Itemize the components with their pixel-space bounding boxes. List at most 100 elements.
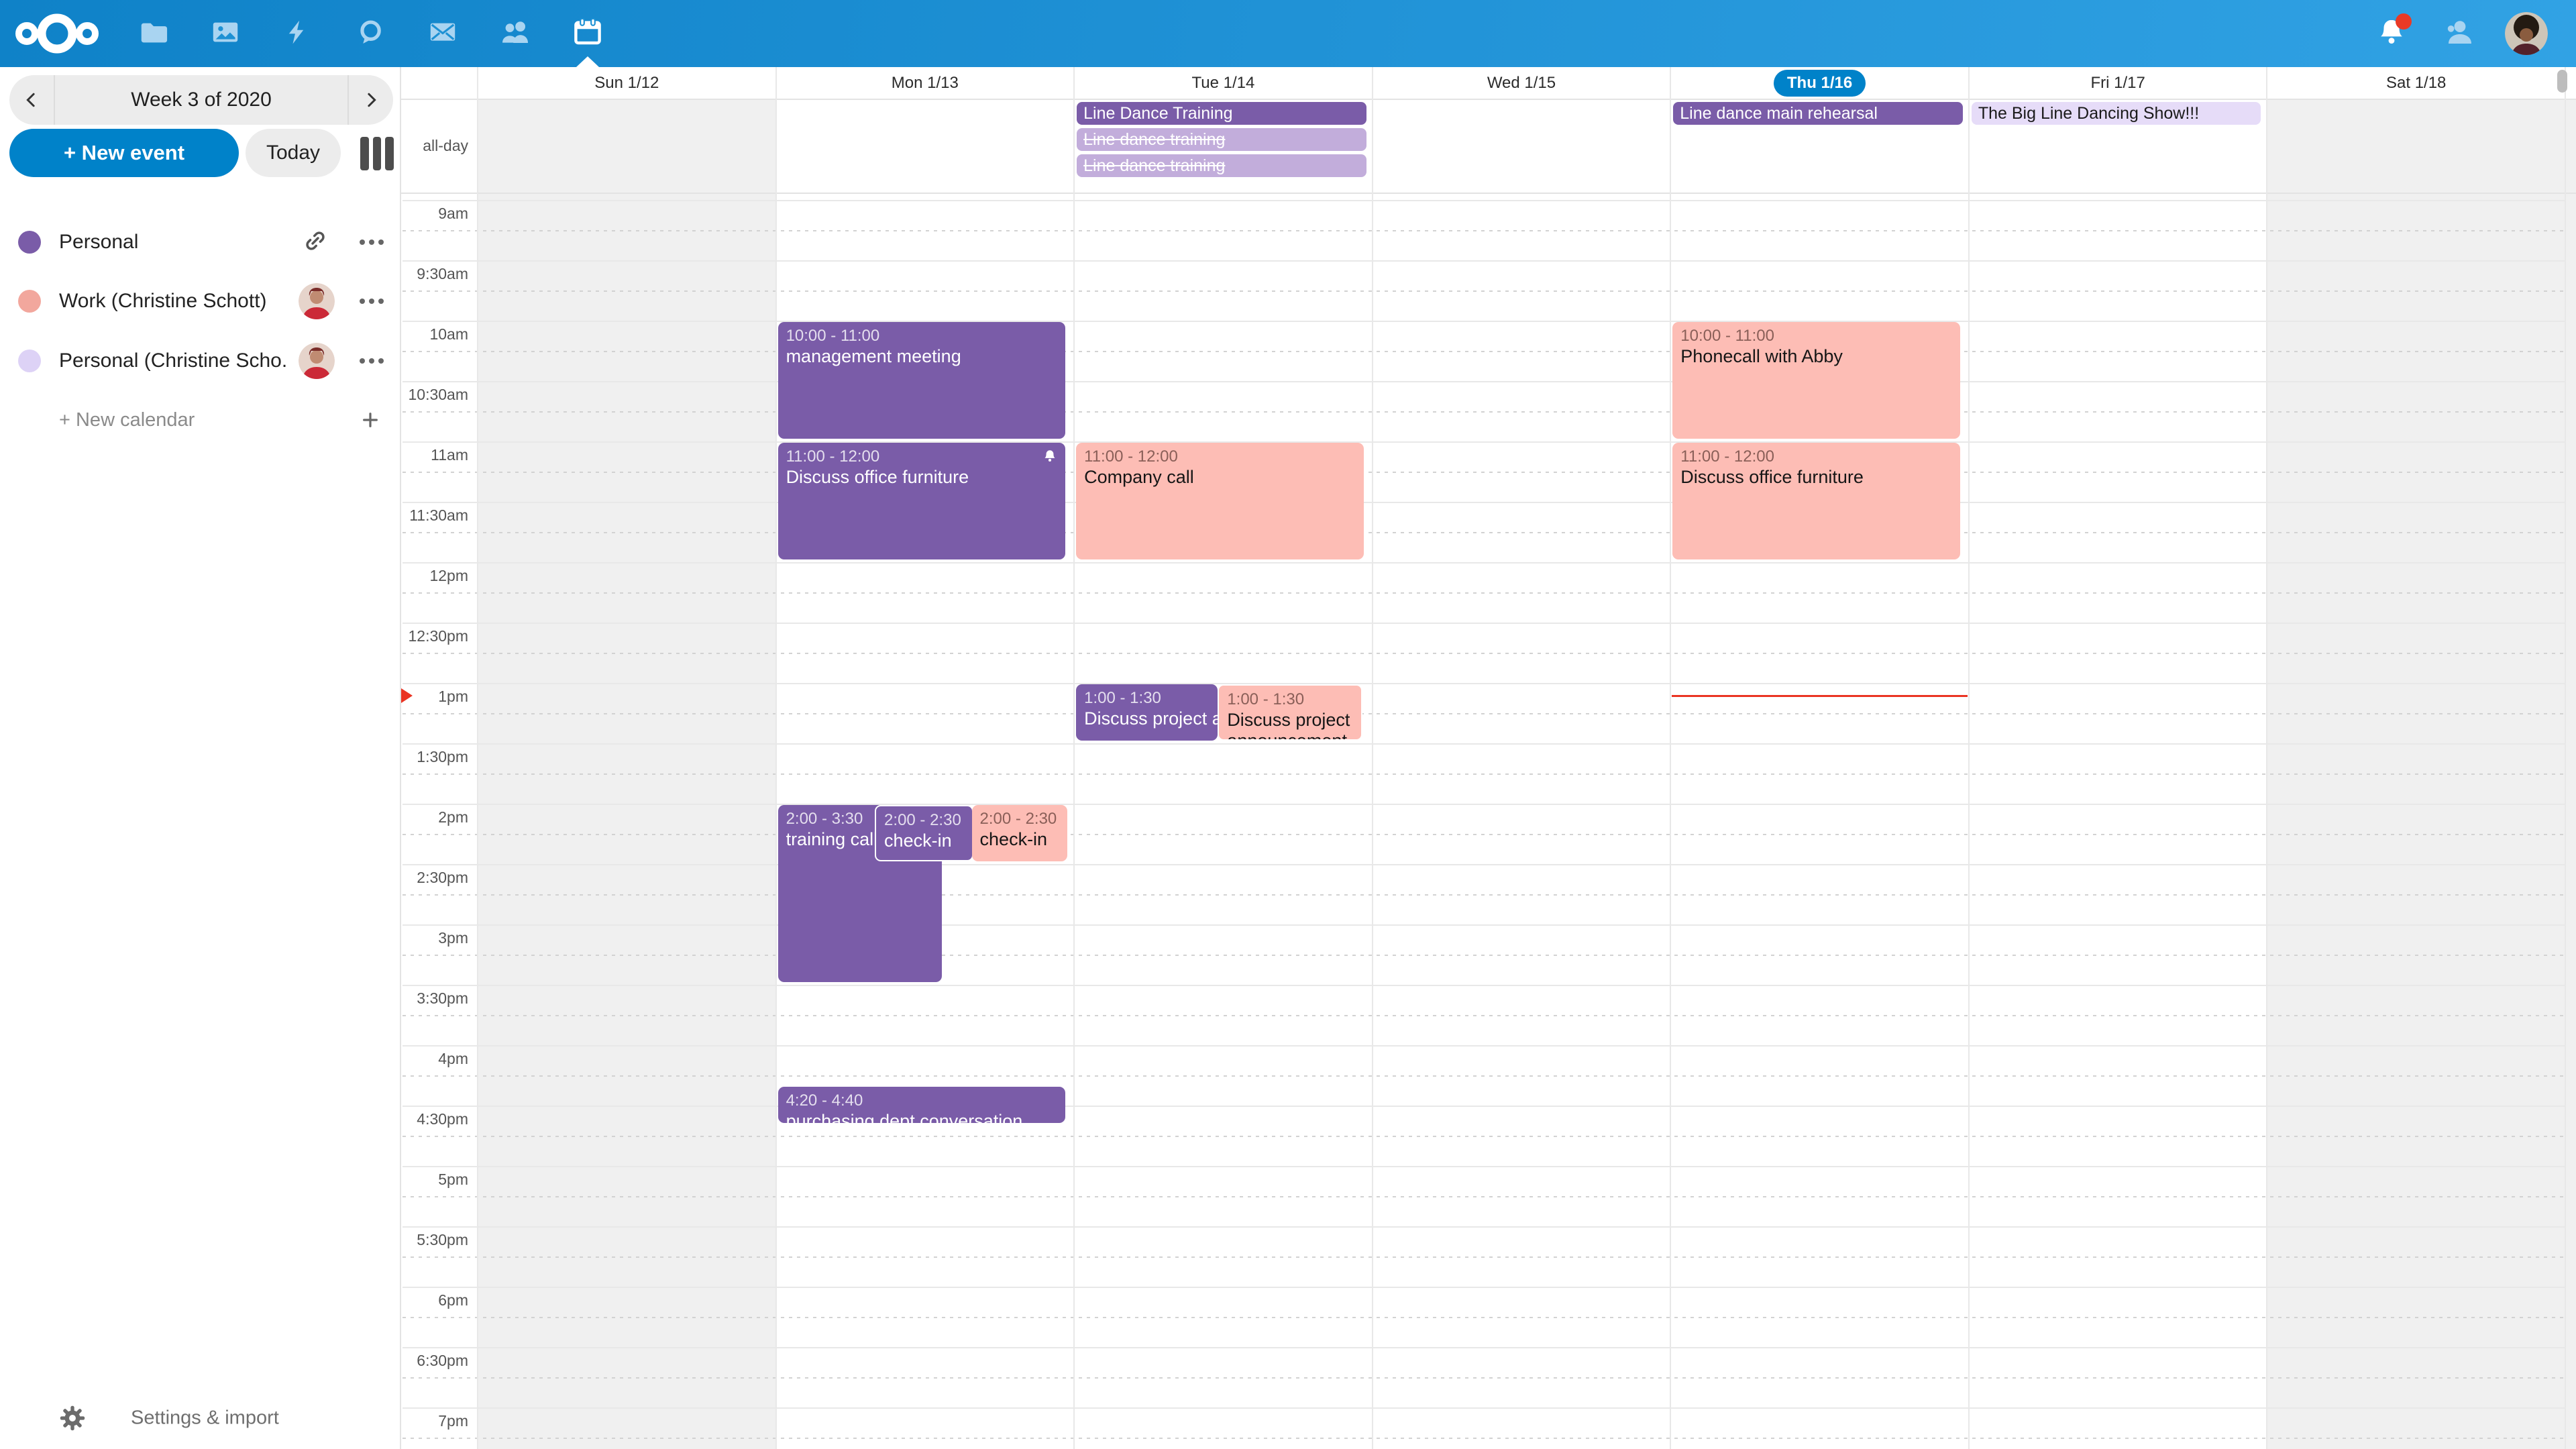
all-day-event[interactable]: Line dance main rehearsal [1673,102,1963,125]
next-week-button[interactable] [349,75,393,125]
event-title: Discuss office furniture [786,467,1058,488]
vertical-scrollbar[interactable] [2557,70,2567,93]
day-header-sun[interactable]: Sun 1/12 [478,67,776,99]
time-axis-label: 12:30pm [401,627,468,645]
column-gridline [1968,67,1970,1449]
app-files[interactable] [118,0,188,67]
event-time: 11:00 - 12:00 [786,446,1058,467]
user-avatar[interactable] [2505,12,2548,55]
calendar-list-item[interactable]: Personal (Christine Scho... [0,338,401,384]
time-axis-label: 6:30pm [401,1352,468,1370]
header-divider [401,99,2576,100]
app-activity[interactable] [263,0,333,67]
event[interactable]: 11:00 - 12:00Discuss office furniture [778,443,1066,559]
talk-icon [355,17,386,51]
time-axis-label: 9:30am [401,265,468,283]
calendar-actions-menu[interactable] [354,227,389,257]
day-header-fri[interactable]: Fri 1/17 [1969,67,2267,99]
slot-gridline [402,381,2565,382]
dot-icon [378,239,384,245]
settings-label: Settings & import [131,1407,279,1430]
chevron-left-icon [21,90,42,110]
day-header-label: Wed 1/15 [1487,74,1556,93]
dot-icon [369,358,374,364]
day-header-sat[interactable]: Sat 1/18 [2267,67,2565,99]
notifications-button[interactable] [2357,0,2426,67]
allday-divider [401,193,2576,194]
slot-gridline [402,321,2565,322]
day-header-label: Sat 1/18 [2386,74,2446,93]
nextcloud-logo[interactable] [13,0,101,67]
slot-gridline [402,562,2565,564]
slot-gridline [402,864,2565,865]
slot-gridline [402,230,2565,231]
calendar-color-dot [18,231,41,254]
day-header-wed[interactable]: Wed 1/15 [1373,67,1671,99]
time-axis-label: 1:30pm [401,748,468,766]
user-menu-button[interactable] [2424,0,2493,67]
slot-gridline [402,1317,2565,1318]
settings-and-import[interactable]: Settings & import [0,1397,401,1440]
avatar-image [299,370,335,379]
event[interactable]: 11:00 - 12:00Company call [1076,443,1364,559]
share-link-button[interactable] [301,227,330,257]
column-gridline [775,67,777,1449]
day-header-mon[interactable]: Mon 1/13 [776,67,1075,99]
app-mail[interactable] [408,0,478,67]
slot-gridline [402,623,2565,624]
event-time: 11:00 - 12:00 [1084,446,1356,467]
view-bar-icon [385,137,394,170]
column-gridline [1670,67,1671,1449]
slot-gridline [402,804,2565,805]
calendar-list-item[interactable]: Personal [0,219,401,265]
all-day-event[interactable]: Line dance training [1077,154,1366,177]
calendar-actions-menu[interactable] [354,346,389,376]
calendar-actions-menu[interactable] [354,286,389,316]
day-header-thu[interactable]: Thu 1/16 [1670,67,1969,99]
time-axis-label: 9am [401,205,468,223]
event[interactable]: 1:00 - 1:30Discuss project announcement [1218,684,1362,741]
dot-icon [378,299,384,304]
week-view-toggle[interactable] [360,137,394,170]
event[interactable]: 1:00 - 1:30Discuss project announcement [1076,684,1218,741]
time-axis-label: 2pm [401,808,468,826]
all-day-event[interactable]: Line dance training [1077,128,1366,151]
current-time-line [1672,695,1968,697]
event[interactable]: 4:20 - 4:40purchasing dept conversation [778,1087,1066,1123]
calendar-list-item[interactable]: Work (Christine Schott) [0,278,401,324]
event[interactable]: 11:00 - 12:00Discuss office furniture [1672,443,1960,559]
slot-gridline [402,955,2565,956]
app-contacts[interactable] [480,0,550,67]
dot-icon [369,299,374,304]
event-title: check-in [884,830,964,851]
day-header-tue[interactable]: Tue 1/14 [1074,67,1373,99]
app-talk[interactable] [335,0,405,67]
nextcloud-calendar-app: Week 3 of 2020 + New event Today Persona… [0,0,2576,1449]
nextcloud-logo-icon [15,13,99,54]
previous-week-button[interactable] [9,75,54,125]
slot-gridline [402,441,2565,443]
today-button[interactable]: Today [246,129,341,177]
time-axis-label: 12pm [401,567,468,585]
slot-gridline [402,743,2565,745]
event[interactable]: 2:00 - 2:30check-in [875,805,973,861]
active-app-indicator [576,56,599,67]
slot-gridline [402,200,2565,201]
all-day-event[interactable]: The Big Line Dancing Show!!! [1972,102,2261,125]
app-photos[interactable] [191,0,260,67]
slot-gridline [402,1287,2565,1288]
event[interactable]: 10:00 - 11:00management meeting [778,322,1066,439]
event[interactable]: 2:00 - 2:30check-in [972,805,1067,861]
event[interactable]: 10:00 - 11:00Phonecall with Abby [1672,322,1960,439]
new-calendar-label: + New calendar [59,409,195,431]
calendar-color-dot [18,290,41,313]
event-title: purchasing dept conversation [786,1111,1058,1123]
slot-gridline [402,653,2565,654]
week-label[interactable]: Week 3 of 2020 [55,89,347,111]
event-time: 2:00 - 2:30 [980,808,1059,829]
all-day-event[interactable]: Line Dance Training [1077,102,1366,125]
new-event-button[interactable]: + New event [9,129,239,177]
event-time: 10:00 - 11:00 [786,325,1058,346]
slot-gridline [402,1196,2565,1197]
new-calendar-button[interactable]: + New calendar [0,397,401,443]
